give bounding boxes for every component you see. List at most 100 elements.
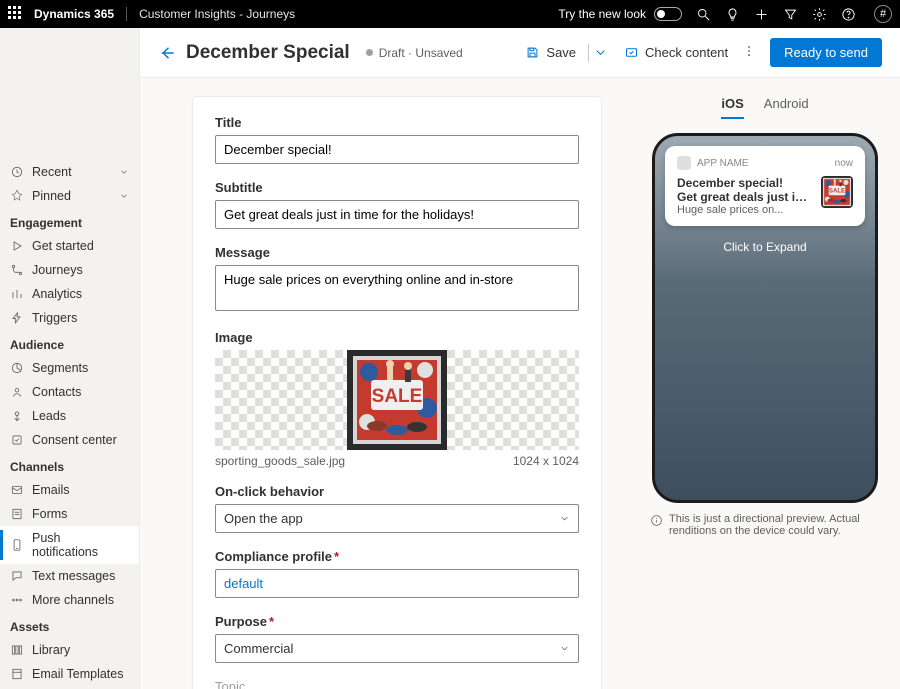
preview-subtitle: Get great deals just in tim... [677, 190, 813, 204]
nav-leads[interactable]: Leads [0, 404, 139, 428]
nav-group-assets: Assets [0, 612, 139, 638]
contacts-icon [10, 385, 24, 399]
compliance-label: Compliance profile* [215, 549, 579, 564]
more-channels-icon [10, 593, 24, 607]
nav-contacts[interactable]: Contacts [0, 380, 139, 404]
nav-more-channels[interactable]: More channels [0, 588, 139, 612]
segment-icon [10, 361, 24, 375]
nav-analytics[interactable]: Analytics [0, 282, 139, 306]
preview-panel: iOS Android APP NAME now December specia… [630, 78, 900, 689]
ready-to-send-button[interactable]: Ready to send [770, 38, 882, 67]
nav-text-messages[interactable]: Text messages [0, 564, 139, 588]
image-label: Image [215, 330, 579, 345]
nav-group-audience: Audience [0, 330, 139, 356]
settings-icon[interactable] [812, 7, 827, 22]
command-bar: December Special Draft · Unsaved Save Ch… [140, 28, 900, 78]
preview-expand-label[interactable]: Click to Expand [665, 240, 865, 254]
toggle-icon[interactable] [654, 7, 682, 21]
chevron-down-icon [559, 513, 570, 524]
subtitle-input[interactable] [215, 200, 579, 229]
global-top-bar: Dynamics 365 Customer Insights - Journey… [0, 0, 900, 28]
nav-push-notifications[interactable]: Push notifications [0, 526, 139, 564]
image-thumbnail [347, 350, 447, 450]
lightbulb-icon[interactable] [725, 7, 740, 22]
nav-segments[interactable]: Segments [0, 356, 139, 380]
library-icon [10, 643, 24, 657]
pin-icon [10, 189, 24, 203]
topic-label: Topic [215, 679, 579, 689]
nav-group-engagement: Engagement [0, 208, 139, 234]
sms-icon [10, 569, 24, 583]
separator [126, 7, 127, 21]
filter-icon[interactable] [783, 7, 798, 22]
check-content-button[interactable]: Check content [624, 45, 728, 60]
clock-icon [10, 165, 24, 179]
title-label: Title [215, 115, 579, 130]
page-title: December Special [186, 42, 350, 64]
nav-journeys[interactable]: Journeys [0, 258, 139, 282]
form-icon [10, 507, 24, 521]
status-dot-icon [366, 49, 373, 56]
nav-recent[interactable]: Recent [0, 160, 139, 184]
notification-preview: APP NAME now December special! Get great… [665, 146, 865, 226]
chevron-down-icon [119, 167, 129, 177]
leads-icon [10, 409, 24, 423]
nav-triggers[interactable]: Triggers [0, 306, 139, 330]
tab-android[interactable]: Android [764, 96, 809, 119]
app-launcher-icon[interactable] [8, 6, 24, 22]
email-template-icon [10, 667, 24, 681]
journey-icon [10, 263, 24, 277]
onclick-select[interactable]: Open the app [215, 504, 579, 533]
message-input[interactable]: Huge sale prices on everything online an… [215, 265, 579, 311]
preview-title: December special! [677, 176, 813, 190]
record-status: Draft · Unsaved [366, 46, 463, 60]
try-new-look-toggle[interactable]: Try the new look [558, 7, 682, 21]
preview-disclaimer: This is just a directional preview. Actu… [646, 513, 884, 537]
play-icon [10, 239, 24, 253]
nav-collapse-button[interactable] [0, 34, 139, 160]
purpose-select[interactable]: Commercial [215, 634, 579, 663]
title-input[interactable] [215, 135, 579, 164]
chevron-down-icon [119, 191, 129, 201]
compliance-select[interactable]: default [215, 569, 579, 598]
analytics-icon [10, 287, 24, 301]
image-picker[interactable] [215, 350, 579, 450]
trigger-icon [10, 311, 24, 325]
nav-group-channels: Channels [0, 452, 139, 478]
consent-icon [10, 433, 24, 447]
tab-ios[interactable]: iOS [721, 96, 743, 119]
user-avatar[interactable]: # [874, 5, 892, 23]
chevron-down-icon [559, 643, 570, 654]
more-commands-button[interactable] [742, 44, 756, 61]
nav-sidebar: Recent Pinned Engagement Get started Jou… [0, 28, 140, 689]
push-icon [10, 538, 24, 552]
message-label: Message [215, 245, 579, 260]
search-icon[interactable] [696, 7, 711, 22]
save-button[interactable]: Save [525, 44, 608, 62]
app-icon-placeholder [677, 156, 691, 170]
brand-label: Dynamics 365 [34, 7, 114, 21]
email-icon [10, 483, 24, 497]
back-button[interactable] [158, 44, 176, 62]
nav-get-started[interactable]: Get started [0, 234, 139, 258]
phone-mock: APP NAME now December special! Get great… [652, 133, 878, 503]
nav-pinned[interactable]: Pinned [0, 184, 139, 208]
image-filename: sporting_goods_sale.jpg [215, 454, 345, 468]
preview-time: now [835, 158, 853, 169]
nav-email-templates[interactable]: Email Templates [0, 662, 139, 686]
nav-library[interactable]: Library [0, 638, 139, 662]
image-dimensions: 1024 x 1024 [513, 454, 579, 468]
product-label: Customer Insights - Journeys [139, 7, 295, 21]
onclick-label: On-click behavior [215, 484, 579, 499]
nav-consent-center[interactable]: Consent center [0, 428, 139, 452]
nav-emails[interactable]: Emails [0, 478, 139, 502]
nav-forms[interactable]: Forms [0, 502, 139, 526]
save-icon [525, 45, 540, 60]
preview-app-name: APP NAME [697, 158, 749, 169]
help-icon[interactable] [841, 7, 856, 22]
check-content-icon [624, 45, 639, 60]
form-panel: Title Subtitle Message Huge sale prices … [140, 78, 630, 689]
save-split-button[interactable] [588, 44, 608, 62]
preview-image-thumbnail [821, 176, 853, 208]
plus-icon[interactable] [754, 7, 769, 22]
